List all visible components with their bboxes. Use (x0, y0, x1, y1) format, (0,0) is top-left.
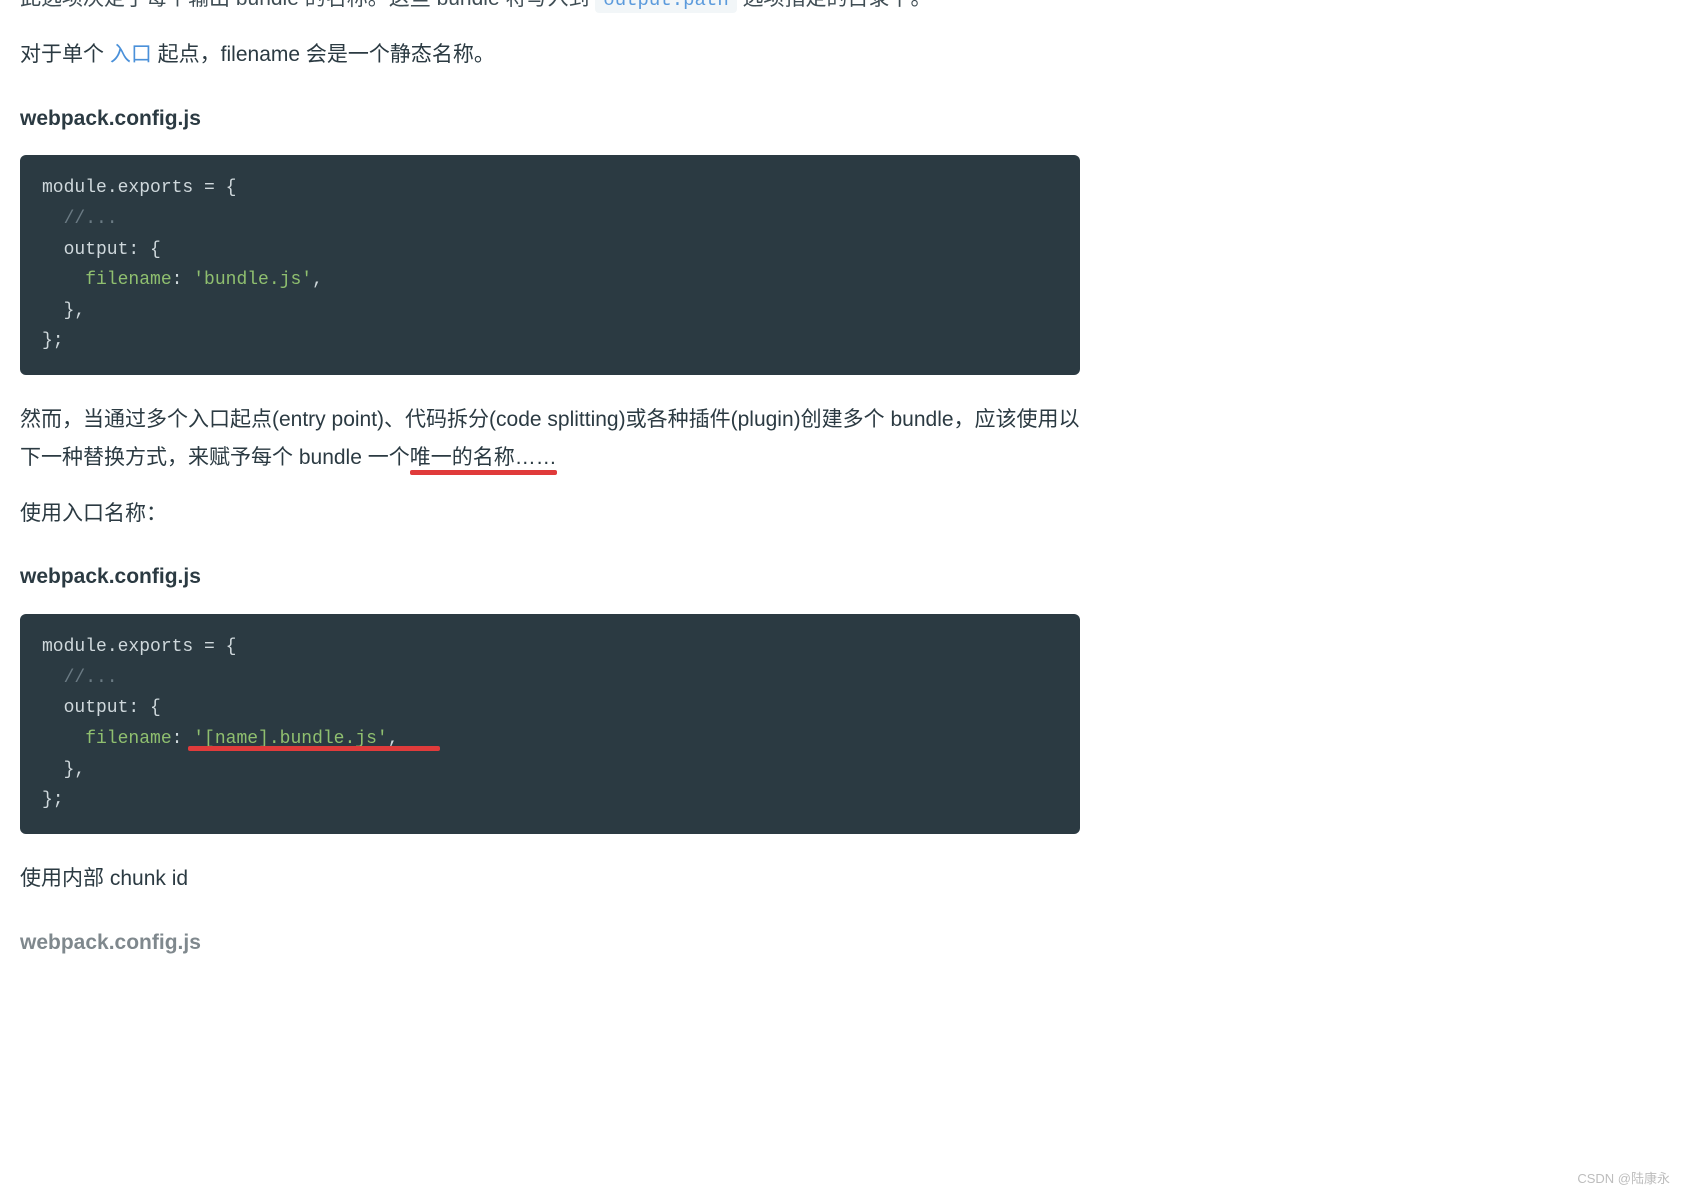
paragraph-single-entry: 对于单个 入口 起点，filename 会是一个静态名称。 (20, 36, 1080, 74)
heading-webpack-config-2: webpack.config.js (20, 558, 1080, 596)
paragraph-use-entry-name: 使用入口名称： (20, 495, 1080, 533)
highlight-name-bundle (188, 746, 440, 751)
link-entry[interactable]: 入口 (110, 43, 152, 66)
watermark: CSDN @陆康永 (1577, 1167, 1670, 1190)
article-content: 此选项决定了每个输出 bundle 的名称。这些 bundle 将写入到 out… (20, 0, 1080, 961)
heading-webpack-config-1: webpack.config.js (20, 100, 1080, 138)
code-block-1[interactable]: module.exports = { //... output: { filen… (20, 155, 1080, 375)
paragraph-cutoff-top: 此选项决定了每个输出 bundle 的名称。这些 bundle 将写入到 out… (20, 0, 1080, 18)
highlight-unique-name: 唯一的名称…… (410, 446, 557, 469)
heading-webpack-config-3: webpack.config.js (20, 924, 1080, 962)
code-block-2[interactable]: module.exports = { //... output: { filen… (20, 614, 1080, 834)
paragraph-use-chunk-id: 使用内部 chunk id (20, 860, 1080, 898)
paragraph-multiple-bundles: 然而，当通过多个入口起点(entry point)、代码拆分(code spli… (20, 401, 1080, 477)
code-output-path: output.path (595, 0, 736, 13)
